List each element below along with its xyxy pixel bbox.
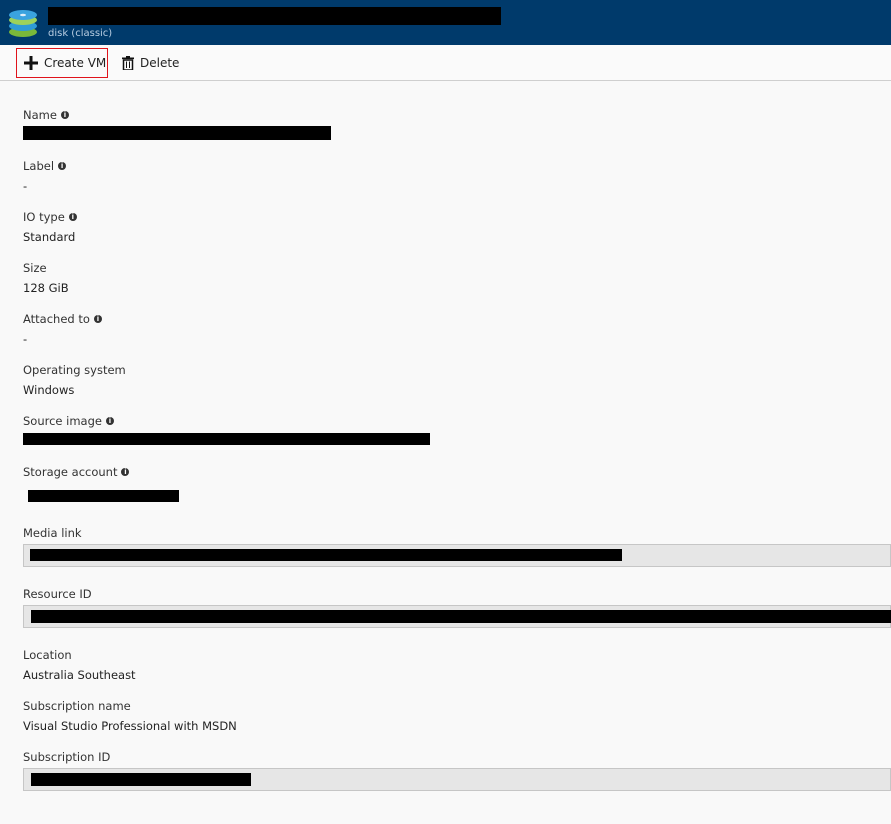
size-value: 128 GiB [23, 281, 69, 295]
attached-to-value: - [23, 332, 28, 346]
field-subscription-name: Subscription name Visual Studio Professi… [23, 699, 237, 733]
info-icon[interactable]: i [68, 213, 77, 221]
blade-subtitle: disk (classic) [48, 28, 113, 39]
create-vm-label: Create VM [44, 56, 107, 70]
info-icon[interactable]: i [105, 417, 114, 425]
info-icon[interactable]: i [58, 162, 67, 170]
source-image-label: Source image [23, 414, 102, 428]
field-attached-to: Attached to i - [23, 312, 102, 346]
blade-title-redacted [48, 7, 501, 25]
field-operating-system: Operating system Windows [23, 363, 126, 397]
size-label: Size [23, 261, 47, 275]
location-label: Location [23, 648, 72, 662]
info-icon[interactable]: i [60, 111, 69, 119]
storage-account-link-redacted[interactable] [28, 490, 179, 502]
disk-icon [9, 10, 37, 37]
media-link-label: Media link [23, 526, 82, 540]
field-name: Name i [23, 108, 69, 122]
label-label: Label [23, 159, 55, 173]
media-link-value-redacted [30, 549, 622, 561]
source-image-value-redacted [23, 433, 430, 445]
field-subscription-id: Subscription ID [23, 750, 110, 764]
field-media-link: Media link [23, 526, 82, 540]
attached-to-label: Attached to [23, 312, 90, 326]
resource-id-value-redacted [31, 610, 891, 623]
field-label: Label i - [23, 159, 67, 193]
blade-header: a disk (classic) [0, 0, 891, 45]
label-value: - [23, 179, 28, 193]
subscription-id-label: Subscription ID [23, 750, 111, 764]
subscription-name-label: Subscription name [23, 699, 131, 713]
name-value-redacted [23, 126, 331, 140]
command-bar: Create VM Delete [0, 45, 891, 81]
plus-icon [24, 56, 38, 70]
info-icon[interactable]: i [93, 315, 102, 323]
field-io-type: IO type i Standard [23, 210, 77, 244]
os-label: Operating system [23, 363, 126, 377]
create-vm-button[interactable]: Create VM [16, 48, 108, 78]
os-value: Windows [23, 383, 75, 397]
delete-button[interactable]: Delete [118, 48, 188, 78]
field-resource-id: Resource ID [23, 587, 92, 601]
location-value: Australia Southeast [23, 668, 136, 682]
field-location: Location Australia Southeast [23, 648, 136, 682]
resource-id-label: Resource ID [23, 587, 92, 601]
storage-account-label: Storage account [23, 465, 118, 479]
field-storage-account: Storage account i [23, 465, 130, 479]
info-icon[interactable]: i [121, 468, 130, 476]
trash-icon [122, 56, 134, 70]
field-source-image: Source image i [23, 414, 114, 428]
delete-label: Delete [140, 56, 180, 70]
subscription-id-value-redacted [31, 773, 251, 786]
field-size: Size 128 GiB [23, 261, 69, 295]
name-label: Name [23, 108, 57, 122]
io-type-label: IO type [23, 210, 65, 224]
subscription-name-value: Visual Studio Professional with MSDN [23, 719, 237, 733]
io-type-value: Standard [23, 230, 76, 244]
